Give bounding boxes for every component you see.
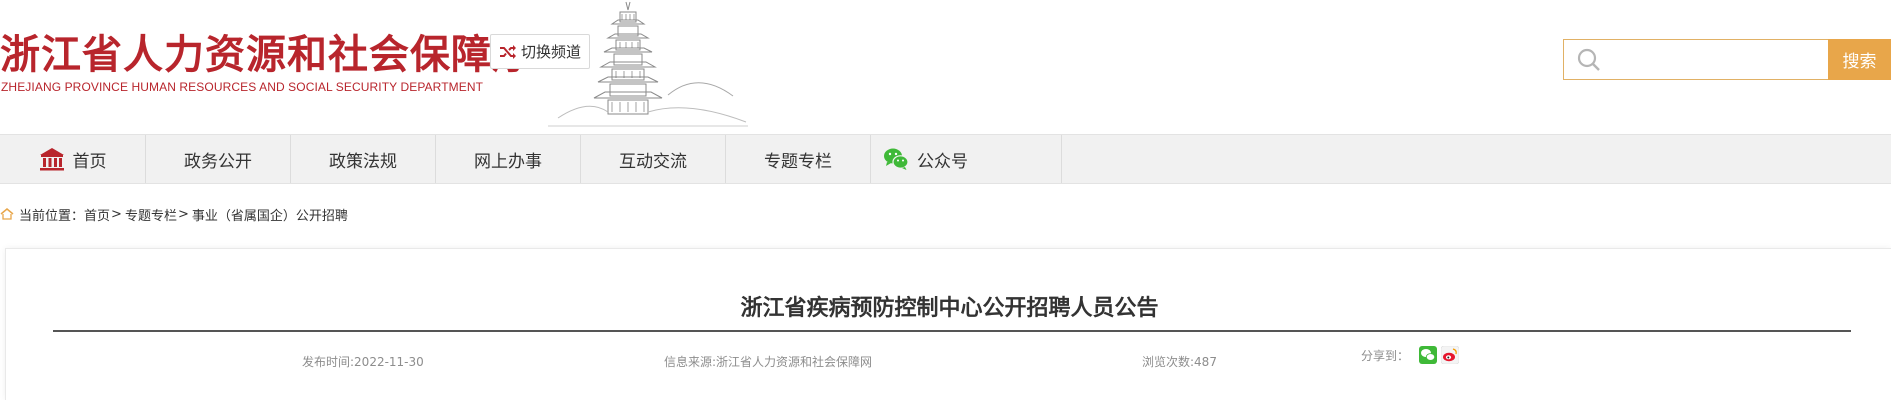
breadcrumb-link-recruitment[interactable]: 事业（省属国企）公开招聘 (192, 205, 348, 224)
share-bar: 分享到： (1361, 346, 1460, 364)
nav-item-policies[interactable]: 政策法规 (291, 135, 436, 183)
nav-label-official-account: 公众号 (917, 151, 968, 172)
breadcrumb-link-home[interactable]: 首页 (84, 205, 110, 224)
location-home-icon (0, 208, 14, 220)
nav-item-official-account[interactable]: 公众号 (871, 135, 1062, 183)
share-wechat-icon[interactable] (1419, 346, 1438, 364)
nav-label-interaction: 互动交流 (619, 151, 687, 172)
article-panel (5, 248, 1891, 400)
nav-item-interaction[interactable]: 互动交流 (581, 135, 726, 183)
site-logo-subtitle: ZHEJIANG PROVINCE HUMAN RESOURCES AND SO… (1, 80, 484, 94)
nav-label-special-topics: 专题专栏 (764, 151, 832, 172)
breadcrumb-prefix: 当前位置： (19, 208, 85, 224)
share-weibo-icon[interactable] (1441, 346, 1460, 364)
breadcrumb-separator: > (177, 206, 189, 222)
site-logo-title[interactable]: 浙江省人力资源和社会保障厅 (0, 22, 533, 80)
breadcrumb-separator: > (111, 206, 122, 222)
search-input[interactable] (1610, 41, 1828, 78)
nav-label-policies: 政策法规 (329, 151, 397, 172)
nav-item-online-services[interactable]: 网上办事 (436, 135, 581, 183)
site-header: 浙江省人力资源和社会保障厅 ZHEJIANG PROVINCE HUMAN RE… (0, 0, 1891, 134)
title-divider (53, 330, 1851, 332)
nav-item-government-affairs[interactable]: 政务公开 (146, 135, 291, 183)
main-navigation: 首页 政务公开 政策法规 网上办事 互动交流 专题专栏 公众号 (0, 134, 1891, 184)
info-source: 信息来源:浙江省人力资源和社会保障网 (664, 355, 873, 369)
breadcrumb: 当前位置： 首页 > 专题专栏 > 事业（省属国企）公开招聘 (0, 204, 348, 224)
search-button[interactable]: 搜索 (1828, 39, 1891, 80)
share-label: 分享到： (1361, 348, 1410, 363)
nav-item-special-topics[interactable]: 专题专栏 (726, 135, 871, 183)
nav-label-government-affairs: 政务公开 (184, 151, 252, 172)
search-icon (1577, 48, 1600, 71)
home-icon (39, 148, 64, 171)
view-count: 浏览次数:487 (1142, 355, 1217, 369)
nav-label-home: 首页 (72, 151, 107, 172)
search-field[interactable] (1563, 39, 1828, 80)
publish-time: 发布时间:2022-11-30 (302, 355, 424, 369)
article-title: 浙江省疾病预防控制中心公开招聘人员公告 (740, 296, 1159, 321)
nav-item-home[interactable]: 首页 (0, 135, 146, 183)
nav-label-online-services: 网上办事 (474, 151, 542, 172)
pagoda-illustration (548, 1, 748, 127)
shuffle-icon (499, 44, 516, 59)
wechat-icon (884, 148, 909, 170)
breadcrumb-link-special-topics[interactable]: 专题专栏 (125, 205, 177, 224)
search-bar: 搜索 (1563, 39, 1891, 80)
